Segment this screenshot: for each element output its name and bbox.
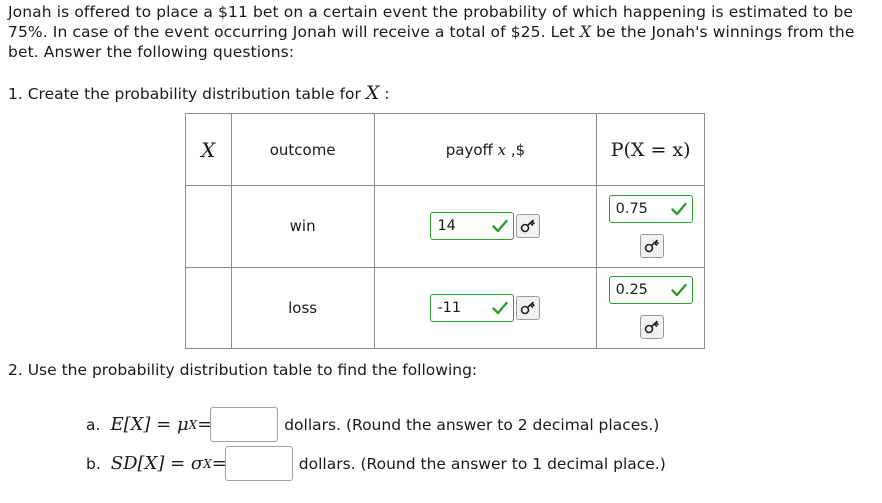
payoff-value: 14: [437, 218, 456, 235]
probability-input[interactable]: 0.75: [608, 194, 693, 223]
cell-payoff: -11: [373, 266, 598, 350]
standard-deviation-input[interactable]: [224, 446, 293, 481]
key-icon-button[interactable]: [516, 214, 541, 239]
intro-variable: X: [579, 23, 592, 41]
key-icon: [521, 301, 536, 315]
part-b-subscript: X: [203, 456, 212, 471]
check-icon: [670, 202, 687, 216]
part-a-suffix: dollars. (Round the answer to 2 decimal …: [284, 415, 660, 434]
problem-statement: Jonah is offered to place a $11 bet on a…: [8, 2, 874, 62]
check-icon: [670, 284, 687, 297]
header-payoff-var: x: [497, 140, 507, 159]
question-1: 1. Create the probability distribution t…: [8, 82, 390, 105]
part-a-expression: E[X] = μ: [110, 414, 189, 435]
key-icon-button[interactable]: [639, 233, 664, 258]
cell-outcome: win: [230, 185, 375, 268]
header-x: X: [185, 112, 232, 187]
probability-answer-group: 0.75: [597, 194, 704, 258]
part-a: a. E[X] = μ X = dollars. (Round the answ…: [86, 407, 659, 442]
cell-probability: 0.25: [596, 266, 705, 350]
probability-input[interactable]: 0.25: [608, 276, 693, 305]
part-b-label: b.: [86, 454, 101, 473]
payoff-input[interactable]: 14: [430, 212, 515, 241]
cell-probability: 0.75: [596, 185, 705, 268]
cell-x: [185, 185, 232, 268]
payoff-answer-group: -11: [430, 293, 541, 322]
question-2: 2. Use the probability distribution tabl…: [8, 359, 477, 381]
check-icon: [492, 301, 509, 315]
question-2-text: 2. Use the probability distribution tabl…: [8, 361, 478, 379]
cell-x: [185, 266, 232, 350]
payoff-value: -11: [437, 299, 462, 316]
part-b: b. SD[X] = σ X = dollars. (Round the ans…: [86, 446, 666, 481]
cell-outcome: loss: [230, 266, 375, 350]
part-a-subscript: X: [188, 417, 198, 432]
cell-payoff: 14: [373, 185, 598, 268]
header-outcome: outcome: [230, 112, 375, 187]
probability-value: 0.25: [615, 282, 648, 299]
question-1-text: 1. Create the probability distribution t…: [8, 85, 361, 103]
header-probability: P(X = x): [596, 112, 705, 187]
key-icon: [644, 239, 659, 253]
table-row: loss -11 0.25: [185, 266, 705, 350]
part-a-equals: =: [197, 414, 213, 435]
payoff-input[interactable]: -11: [430, 293, 515, 322]
probability-distribution-table: X outcome payoff x ,$ P(X = x) win 14 0.…: [185, 112, 705, 350]
key-icon-button[interactable]: [639, 315, 664, 340]
question-1-colon: :: [384, 85, 390, 103]
key-icon-button[interactable]: [516, 295, 541, 320]
probability-answer-group: 0.25: [597, 276, 704, 340]
header-payoff: payoff x ,$: [373, 112, 598, 187]
part-b-suffix: dollars. (Round the answer to 1 decimal …: [298, 454, 666, 473]
probability-value: 0.75: [615, 200, 648, 217]
table-row: win 14 0.75: [185, 185, 705, 268]
key-icon: [644, 321, 659, 334]
part-a-label: a.: [86, 415, 101, 434]
check-icon: [492, 220, 509, 233]
header-payoff-prefix: payoff: [445, 140, 493, 159]
part-b-equals: =: [211, 453, 227, 474]
key-icon: [521, 220, 536, 233]
part-b-expression: SD[X] = σ: [110, 453, 204, 474]
question-1-variable: X: [365, 82, 380, 104]
header-payoff-suffix: ,$: [510, 140, 526, 159]
payoff-answer-group: 14: [430, 212, 541, 241]
table-header-row: X outcome payoff x ,$ P(X = x): [185, 112, 705, 187]
expected-value-input[interactable]: [210, 407, 279, 442]
